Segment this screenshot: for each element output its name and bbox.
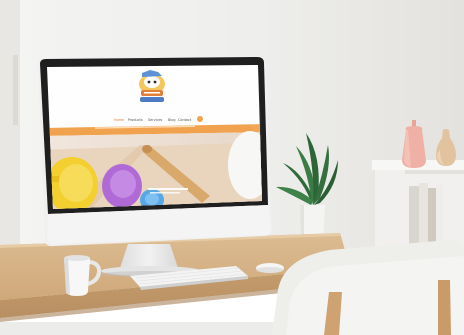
mouse [256, 263, 284, 273]
cart-icon[interactable] [197, 116, 203, 122]
photo-scene: Home Products Services Blog Contact [0, 0, 464, 335]
nav-item-contact[interactable]: Contact [178, 118, 192, 122]
book [436, 184, 443, 248]
book [419, 183, 428, 248]
shelf-unit [372, 160, 464, 250]
nav-item-home[interactable]: Home [114, 118, 124, 122]
monitor-stand [120, 244, 178, 268]
nav-item-blog[interactable]: Blog [168, 118, 176, 122]
book [409, 186, 419, 248]
nav-item-services[interactable]: Services [148, 118, 163, 122]
book [428, 188, 436, 248]
wall-edge [13, 55, 18, 125]
scene-canvas: Home Products Services Blog Contact [0, 0, 464, 335]
nav-item-products[interactable]: Products [128, 118, 143, 122]
